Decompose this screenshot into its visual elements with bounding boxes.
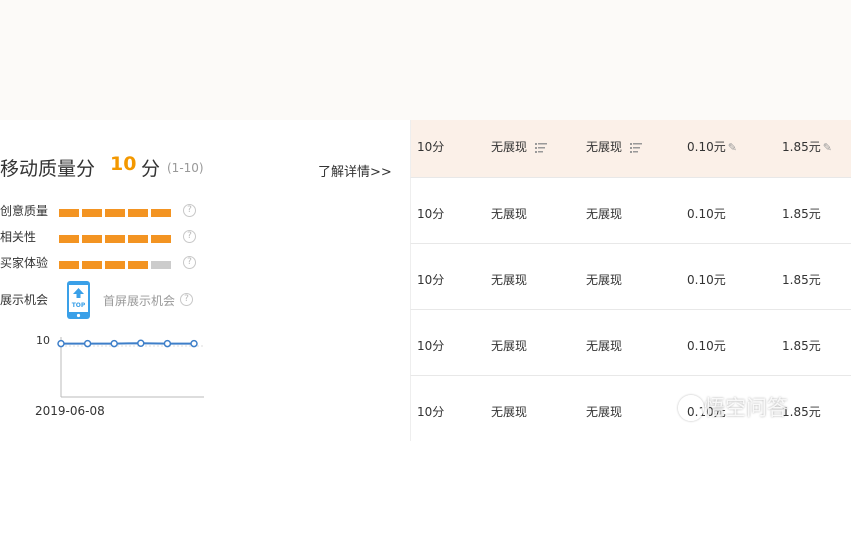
quality-score-cell: 10分 xyxy=(417,339,445,353)
table-row[interactable]: 10分 无展现 无展现 0.10元 ✎ 1.85元 ✎ xyxy=(410,120,851,178)
metric-bar-segment xyxy=(128,235,148,243)
table-row[interactable]: 10分 无展现 无展现 0.10元 1.85元 xyxy=(410,178,851,244)
metric-bar-segment xyxy=(105,209,125,217)
chart-point xyxy=(190,339,198,348)
quality-score-cell: 10分 xyxy=(417,140,445,154)
quality-score-cell: 10分 xyxy=(417,405,445,419)
display-cell: 无展现 xyxy=(586,207,623,221)
quality-score-range: (1-10) xyxy=(167,161,204,175)
metric-bar-segment xyxy=(151,261,171,269)
bid-cell: 0.10元 xyxy=(687,339,726,353)
quality-score-cell: 10分 xyxy=(417,273,445,287)
metric-bar-segment xyxy=(59,235,79,243)
help-icon[interactable]: ? xyxy=(183,230,196,243)
quality-score-unit: 分 xyxy=(141,158,161,180)
display-cell: 无展现 xyxy=(491,405,528,419)
display-opportunity-label: 展示机会 xyxy=(0,293,49,307)
metric-bar-segment xyxy=(105,261,125,269)
display-cell: 无展现 xyxy=(586,339,623,353)
metric-bar-segment xyxy=(82,235,102,243)
metric-bar-segment xyxy=(82,209,102,217)
bid-cell: 0.10元 xyxy=(687,273,726,287)
metric-bar-segment xyxy=(151,209,171,217)
metric-label-creative: 创意质量 xyxy=(0,204,49,218)
chart-point xyxy=(57,339,65,348)
first-screen-display-label: 首屏展示机会 xyxy=(103,294,176,308)
phone-badge-text: TOP xyxy=(72,302,86,309)
bid-cell: 0.10元 xyxy=(687,207,726,221)
bid-cell[interactable]: 0.10元 ✎ xyxy=(687,138,737,155)
table-row[interactable]: 10分 无展现 无展现 0.10元 1.85元 xyxy=(410,310,851,376)
metric-bar-segment xyxy=(59,261,79,269)
metric-bar-segment xyxy=(128,261,148,269)
chart-x-date-label: 2019-06-08 xyxy=(35,404,105,418)
display-cell: 无展现 xyxy=(586,273,623,287)
metric-bar-segment xyxy=(59,209,79,217)
price-cell: 1.85元 xyxy=(782,207,821,221)
display-cell: 无展现 xyxy=(586,138,643,155)
metric-bar-segment xyxy=(82,261,102,269)
display-cell: 无展现 xyxy=(491,207,528,221)
mobile-phone-top-icon: TOP xyxy=(67,281,90,319)
price-cell: 1.85元 xyxy=(782,273,821,287)
table-row[interactable]: 10分 无展现 无展现 0.10元 1.85元 xyxy=(410,244,851,310)
edit-pencil-icon[interactable]: ✎ xyxy=(823,141,832,154)
quality-score-panel: 移动质量分 10 分 (1-10) 了解详情>> 创意质量 ? 相关性 ? 买家… xyxy=(0,120,410,432)
price-cell[interactable]: 1.85元 ✎ xyxy=(782,138,832,155)
quality-title: 移动质量分 xyxy=(0,158,96,180)
quality-score: 10 xyxy=(110,153,137,175)
watermark-logo-icon xyxy=(678,395,704,421)
chart-point xyxy=(137,339,145,347)
edit-pencil-icon[interactable]: ✎ xyxy=(728,141,737,154)
metric-label-buyer-experience: 买家体验 xyxy=(0,256,49,270)
metric-bar-segment xyxy=(128,209,148,217)
metric-bar-segment xyxy=(151,235,171,243)
sort-icon[interactable] xyxy=(630,142,643,154)
quality-trend-chart xyxy=(57,337,204,398)
display-cell: 无展现 xyxy=(491,273,528,287)
metric-label-relevance: 相关性 xyxy=(0,230,37,244)
chart-point xyxy=(110,339,118,348)
display-cell: 无展现 xyxy=(491,138,548,155)
metric-bar-buyer-experience xyxy=(59,261,171,269)
watermark-text: 悟空问答 xyxy=(704,396,788,420)
help-icon[interactable]: ? xyxy=(183,256,196,269)
help-icon[interactable]: ? xyxy=(180,293,193,306)
display-cell: 无展现 xyxy=(586,405,623,419)
sort-icon[interactable] xyxy=(535,142,548,154)
quality-score-cell: 10分 xyxy=(417,207,445,221)
learn-more-link[interactable]: 了解详情>> xyxy=(318,161,392,180)
top-background xyxy=(0,0,851,120)
chart-point xyxy=(83,339,92,348)
display-cell: 无展现 xyxy=(491,339,528,353)
price-cell: 1.85元 xyxy=(782,339,821,353)
chart-point xyxy=(163,339,172,348)
metric-bar-segment xyxy=(105,235,125,243)
metric-bar-creative xyxy=(59,209,171,217)
metric-bar-relevance xyxy=(59,235,171,243)
help-icon[interactable]: ? xyxy=(183,204,196,217)
